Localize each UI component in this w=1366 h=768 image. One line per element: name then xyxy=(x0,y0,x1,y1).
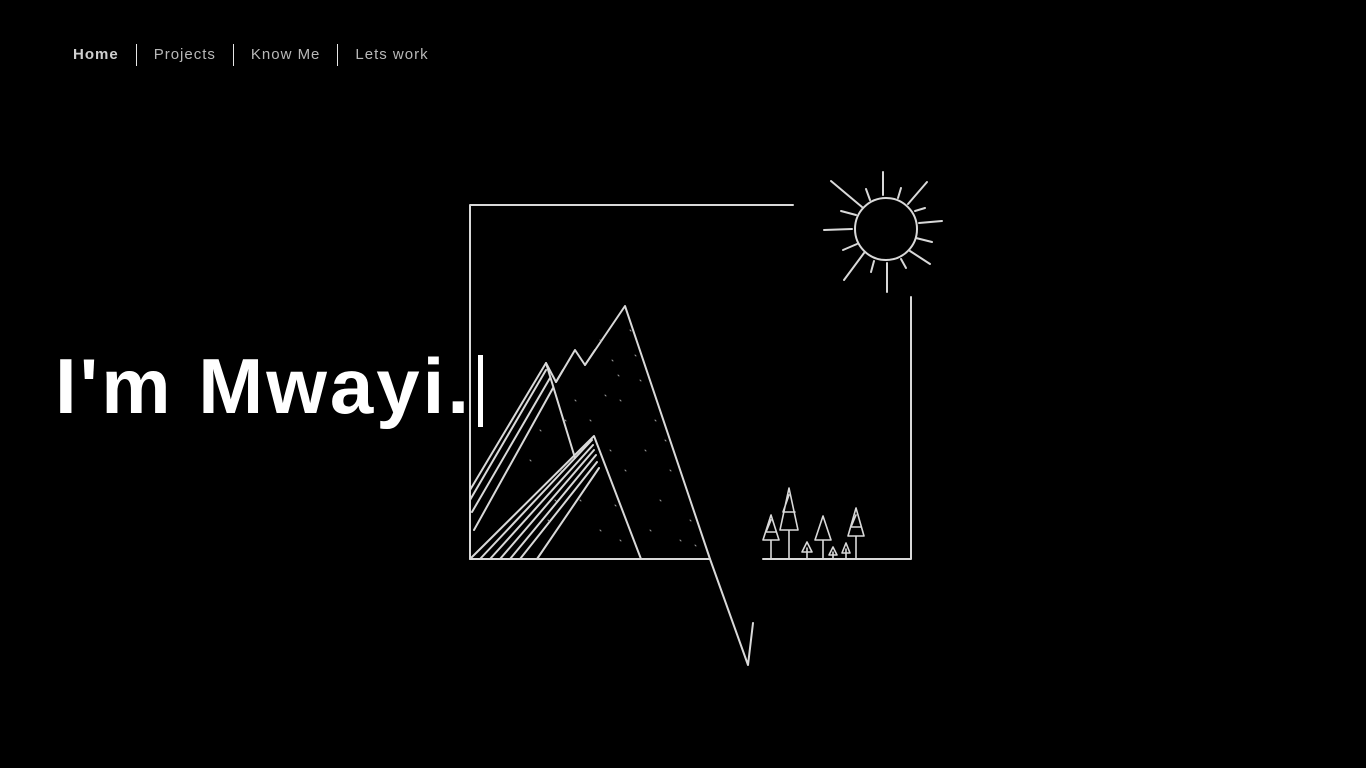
mountains-icon xyxy=(469,305,754,666)
hero-headline-text: I'm Mwayi. xyxy=(55,342,472,430)
sun-icon xyxy=(823,171,943,293)
trees-icon xyxy=(762,487,865,560)
typing-cursor xyxy=(478,355,483,427)
frame-outline-right xyxy=(762,296,912,560)
hero-headline: I'm Mwayi. xyxy=(55,342,483,430)
frame-outline xyxy=(469,204,794,560)
